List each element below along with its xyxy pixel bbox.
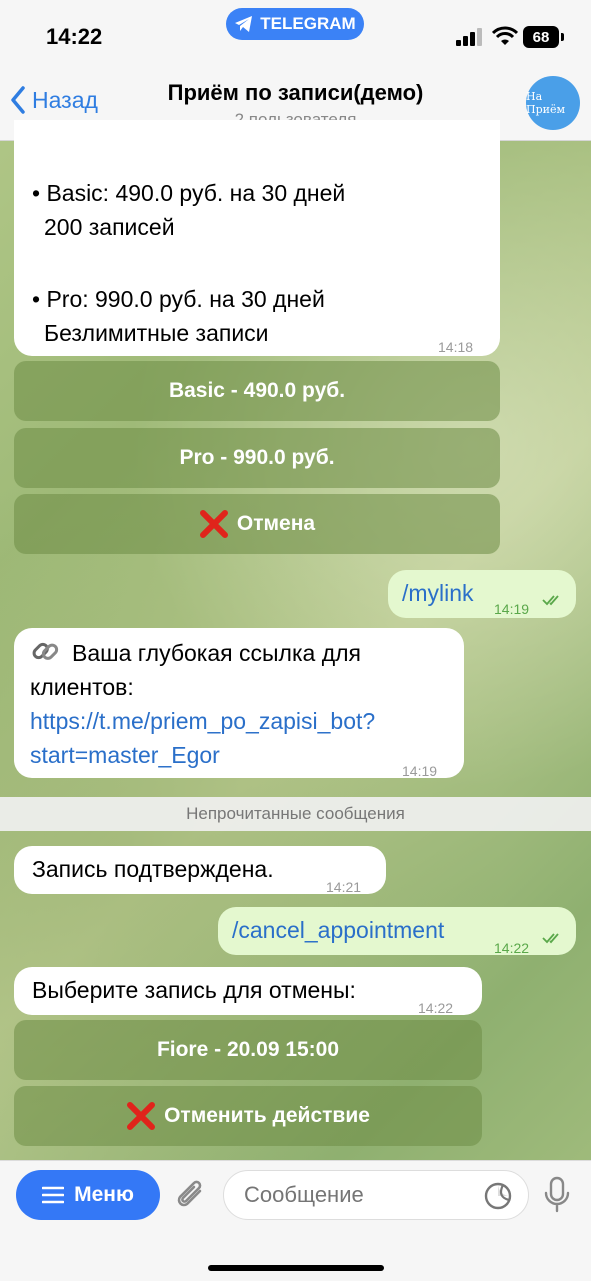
plan-basic-button-label: Basic - 490.0 руб. bbox=[168, 379, 346, 402]
wifi-icon bbox=[492, 26, 518, 45]
choose-message: Выберите запись для отмены: 14:22 bbox=[14, 967, 482, 1016]
mylink-message: /mylink 14:19 bbox=[388, 570, 576, 618]
plans-message: • Basic: 490.0 руб. на 30 дней 200 запис… bbox=[14, 120, 500, 356]
message-time: 14:22 bbox=[494, 940, 530, 956]
mylink-text[interactable]: /mylink bbox=[402, 576, 474, 610]
status-bar: 14:22 TELEGRAM 68 bbox=[0, 0, 591, 70]
microphone-icon[interactable] bbox=[543, 1176, 571, 1214]
undo-action-button[interactable]: Отменить действие bbox=[14, 1086, 482, 1146]
confirmed-message: Запись подтверждена. 14:21 bbox=[14, 846, 386, 895]
choose-text: Выберите запись для отмены: bbox=[32, 977, 356, 1003]
plan-basic-line1: • Basic: 490.0 руб. на 30 дней bbox=[32, 180, 346, 206]
hamburger-icon bbox=[42, 1186, 65, 1204]
double-check-icon bbox=[542, 595, 559, 606]
cancel-button[interactable]: Отмена bbox=[14, 494, 500, 554]
menu-button-label: Меню bbox=[74, 1183, 134, 1206]
plan-pro-line1: • Pro: 990.0 руб. на 30 дней bbox=[32, 286, 325, 312]
paperclip-icon[interactable] bbox=[174, 1177, 208, 1215]
sticker-icon[interactable] bbox=[483, 1181, 513, 1211]
plan-basic-line2: 200 записей bbox=[44, 214, 175, 240]
battery-indicator: 68 bbox=[523, 26, 559, 48]
home-indicator bbox=[208, 1265, 384, 1271]
menu-button[interactable]: Меню bbox=[16, 1170, 160, 1220]
message-time: 14:19 bbox=[402, 763, 438, 779]
message-time: 14:19 bbox=[494, 601, 530, 617]
chat-title[interactable]: Приём по записи(демо) bbox=[0, 80, 591, 106]
cancel-command-text[interactable]: /cancel_appointment bbox=[232, 913, 444, 947]
appointment-fiore-button[interactable]: Fiore - 20.09 15:00 bbox=[14, 1020, 482, 1080]
deeplink-message: Ваша глубокая ссылка для клиентов: https… bbox=[14, 628, 464, 779]
double-check-icon bbox=[542, 933, 559, 944]
telegram-pill-label: TELEGRAM bbox=[260, 14, 356, 33]
deeplink-line1: Ваша глубокая ссылка для bbox=[72, 640, 361, 666]
deeplink-line2: клиентов: bbox=[30, 674, 134, 700]
cancel-button-label: Отмена bbox=[236, 512, 316, 535]
plan-pro-button-label: Pro - 990.0 руб. bbox=[179, 446, 335, 469]
input-bar: Меню bbox=[0, 1160, 591, 1281]
confirmed-text: Запись подтверждена. bbox=[32, 856, 274, 882]
red-cross-icon bbox=[127, 1102, 156, 1130]
unread-divider: Непрочитанные сообщения bbox=[0, 797, 591, 831]
battery-tip bbox=[561, 33, 564, 41]
plan-pro-button[interactable]: Pro - 990.0 руб. bbox=[14, 428, 500, 488]
deeplink-url-line1[interactable]: https://t.me/priem_po_zapisi_bot? bbox=[30, 704, 375, 738]
signal-icon bbox=[456, 28, 482, 46]
avatar[interactable]: На Приём bbox=[526, 76, 580, 130]
link-icon bbox=[32, 642, 59, 660]
message-time: 14:18 bbox=[438, 339, 474, 355]
status-time: 14:22 bbox=[46, 24, 103, 49]
cancel-command-message: /cancel_appointment 14:22 bbox=[218, 907, 576, 956]
telegram-icon bbox=[235, 16, 253, 32]
message-time: 14:21 bbox=[326, 879, 362, 895]
red-cross-icon bbox=[199, 510, 228, 538]
deeplink-url-line2[interactable]: start=master_Egor bbox=[30, 738, 220, 772]
plan-basic-button[interactable]: Basic - 490.0 руб. bbox=[14, 361, 500, 421]
appointment-fiore-label: Fiore - 20.09 15:00 bbox=[156, 1038, 340, 1061]
undo-action-label: Отменить действие bbox=[164, 1104, 370, 1127]
telegram-pill[interactable]: TELEGRAM bbox=[226, 8, 364, 40]
plan-pro-line2: Безлимитные записи bbox=[44, 320, 269, 346]
